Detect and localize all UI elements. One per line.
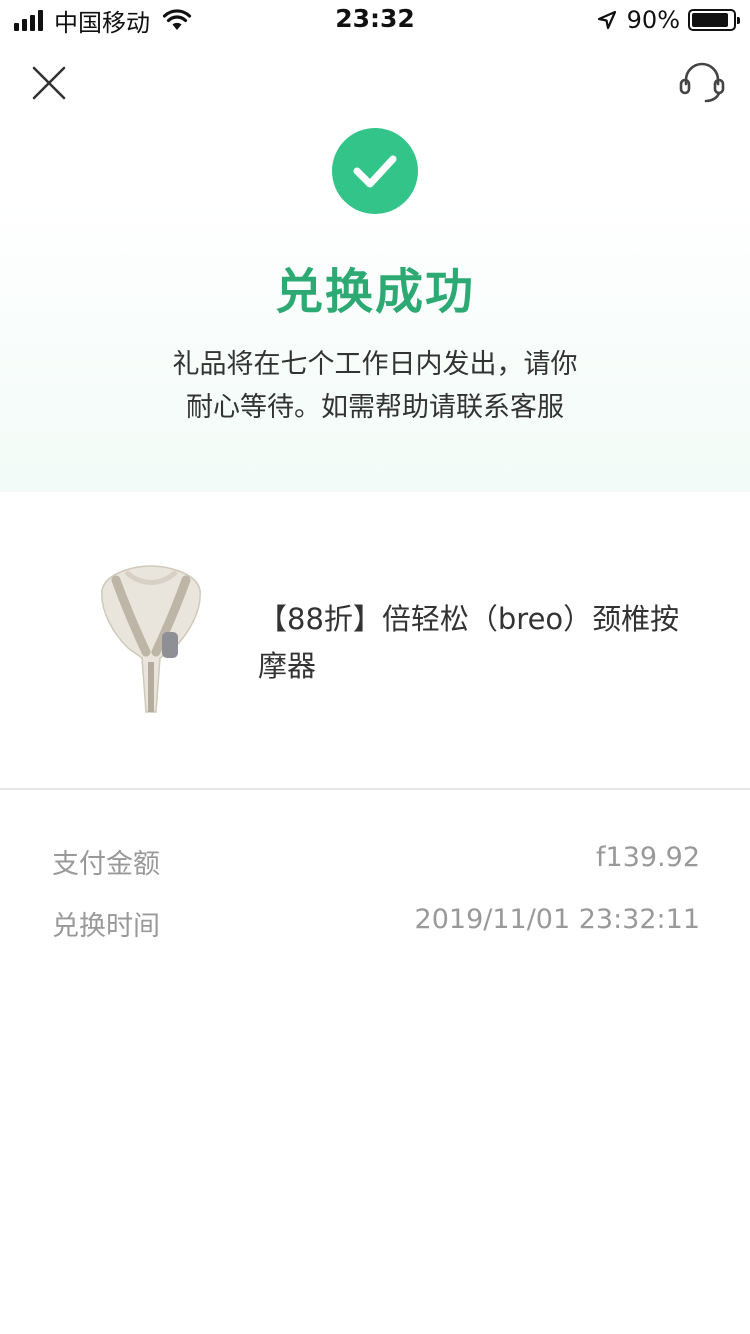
redeem-time-label: 兑换时间 <box>52 911 160 942</box>
close-button[interactable] <box>28 62 70 104</box>
payment-amount-label: 支付金额 <box>52 849 160 880</box>
success-description-line1: 礼品将在七个工作日内发出，请你 <box>172 349 578 380</box>
product-name: 【88折】倍轻松（breo）颈椎按摩器 <box>258 602 680 683</box>
neck-massager-image <box>96 562 206 714</box>
battery-icon <box>688 9 740 31</box>
divider <box>0 788 750 790</box>
payment-amount-row: 支付金额 f139.92 <box>52 842 700 882</box>
success-title: 兑换成功 <box>274 264 475 320</box>
close-icon <box>32 66 66 100</box>
redeem-time-value: 2019/11/01 23:32:11 <box>414 904 700 935</box>
status-bar: 中国移动 23:32 90% <box>0 0 750 40</box>
status-bar-right: 90% <box>597 6 740 34</box>
battery-percent: 90% <box>626 6 680 34</box>
customer-service-button[interactable] <box>676 60 728 106</box>
redeem-time-row: 兑换时间 2019/11/01 23:32:11 <box>52 904 700 944</box>
headset-icon <box>679 62 725 103</box>
success-description-line2: 耐心等待。如需帮助请联系客服 <box>186 392 564 423</box>
battery-level <box>692 13 728 27</box>
payment-amount-value: f139.92 <box>596 842 700 873</box>
location-arrow-icon <box>597 10 616 30</box>
success-description: 礼品将在七个工作日内发出，请你 耐心等待。如需帮助请联系客服 <box>0 343 750 429</box>
check-circle-icon <box>332 128 418 214</box>
